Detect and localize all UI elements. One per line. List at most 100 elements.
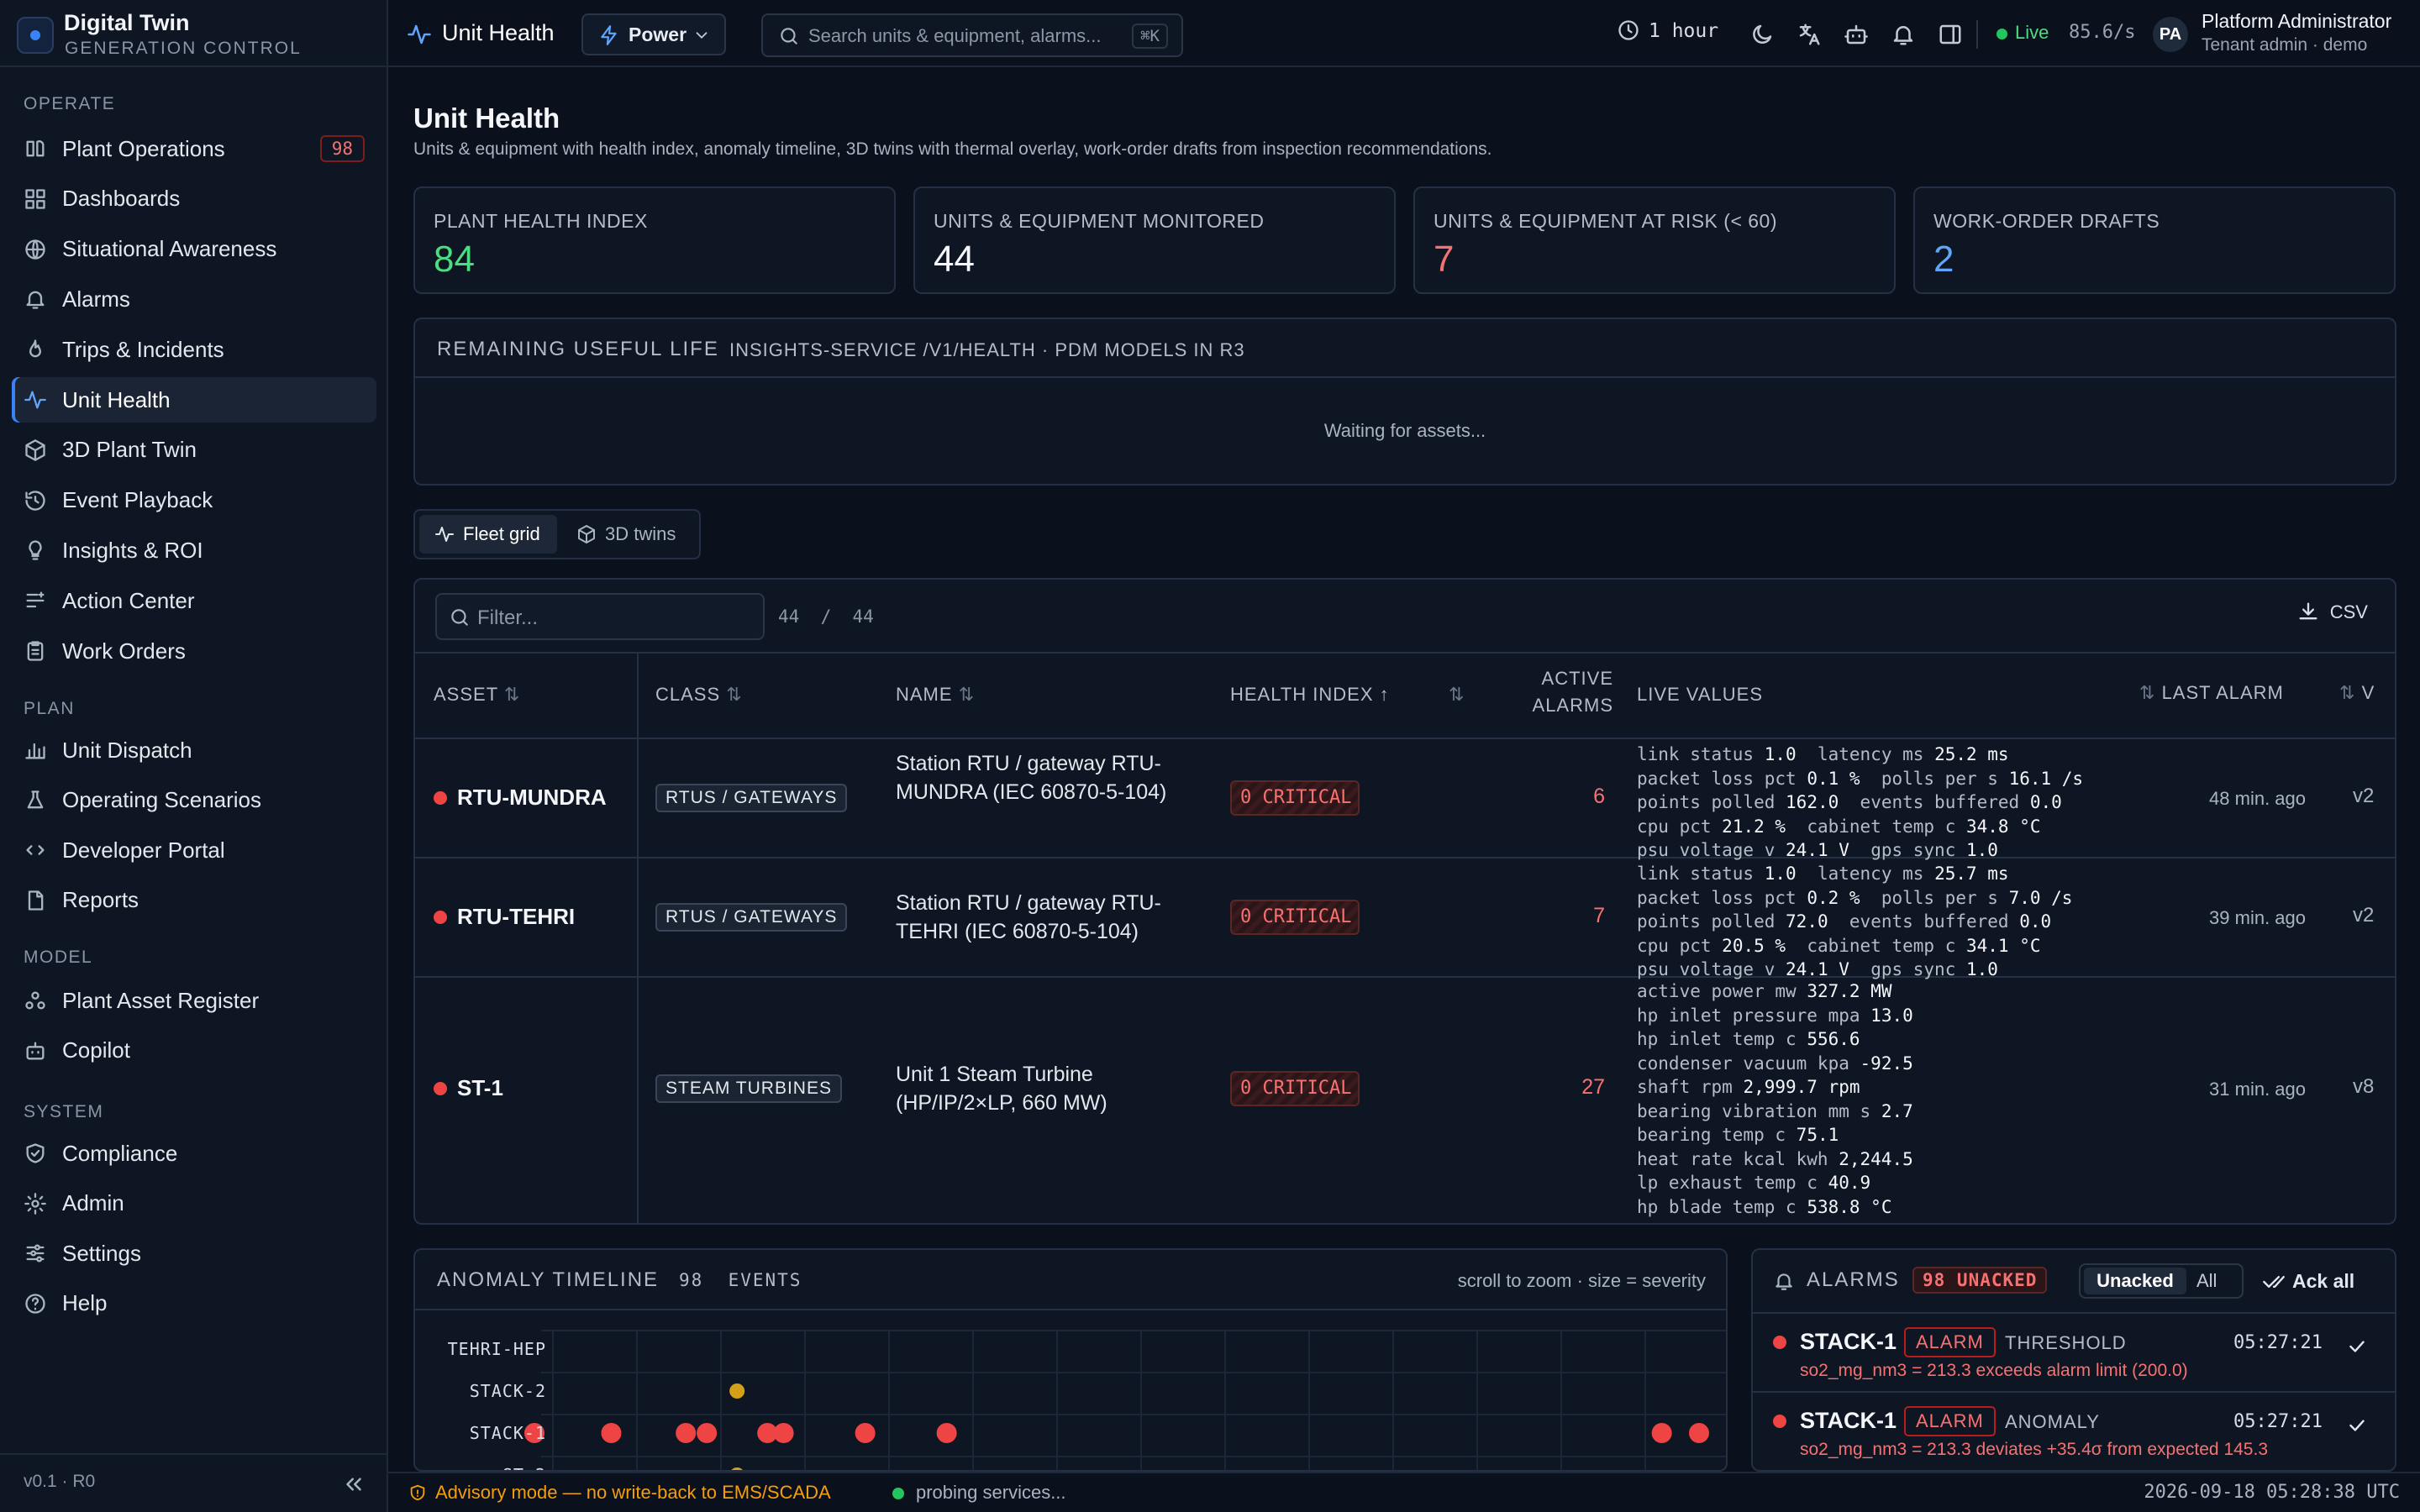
acknowledge-check-icon[interactable] <box>2346 1415 2368 1436</box>
theme-moon-icon[interactable] <box>1749 22 1775 47</box>
sidebar-item-situational-awareness[interactable]: Situational Awareness <box>12 227 376 272</box>
sidebar-item-help[interactable]: Help <box>12 1281 376 1326</box>
alarm-item[interactable]: STACK-1 ALARM THRESHOLD 05:27:21 so2_mg_nm3 … <box>1753 1312 2395 1391</box>
anomaly-event-dot[interactable] <box>773 1423 794 1443</box>
sidebar-item-plant-operations[interactable]: Plant Operations 98 <box>12 126 376 171</box>
sidebar-item-copilot[interactable]: Copilot <box>12 1028 376 1074</box>
anomaly-event-dot[interactable] <box>697 1423 718 1443</box>
user-role: Tenant admin · demo <box>2202 35 2368 55</box>
kpi-label: WORK-ORDER DRAFTS <box>1933 210 2160 232</box>
anomaly-event-dot[interactable] <box>676 1423 697 1443</box>
collapse-sidebar-icon[interactable] <box>341 1472 366 1497</box>
filter-input[interactable] <box>477 606 746 630</box>
csv-export-button[interactable]: CSV <box>2296 601 2368 623</box>
user-name[interactable]: Platform Administrator <box>2202 10 2391 33</box>
health-index-badge: 0 CRITICAL <box>1230 900 1360 935</box>
metric-value: 0.0 <box>2019 911 2052 932</box>
alarm-item[interactable]: STACK-1 ALARM ANOMALY 05:27:21 so2_mg_nm3 = … <box>1753 1391 2395 1470</box>
bell-icon[interactable] <box>1891 22 1916 47</box>
anomaly-event-dot[interactable] <box>936 1423 957 1443</box>
sidebar-item-event-playback[interactable]: Event Playback <box>12 478 376 523</box>
col-active-alarms[interactable]: ACTIVE ALARMS <box>1491 665 1613 719</box>
col-version[interactable]: ⇅ V <box>2339 682 2375 704</box>
tab-3d-twins[interactable]: 3D twins <box>561 515 696 554</box>
alarm-asset[interactable]: STACK-1 <box>1800 1329 1897 1355</box>
sidebar-item-work-orders[interactable]: Work Orders <box>12 628 376 674</box>
live-values: link status 1.0 latency ms 25.7 ms packet… <box>1637 862 2225 982</box>
sidebar-item-plant-asset-register[interactable]: Plant Asset Register <box>12 978 376 1023</box>
metric-name: latency ms <box>1817 864 1924 884</box>
sidebar-item-admin[interactable]: Admin <box>12 1181 376 1226</box>
sidebar-item-label: Unit Dispatch <box>62 737 192 763</box>
col-asset[interactable]: ASSET ⇅ <box>434 684 520 706</box>
alarm-asset[interactable]: STACK-1 <box>1800 1408 1897 1434</box>
anomaly-event-dot[interactable] <box>601 1423 622 1443</box>
anomaly-event-dot[interactable] <box>855 1423 876 1443</box>
sidebar-item-operating-scenarios[interactable]: Operating Scenarios <box>12 778 376 823</box>
alarm-severity-dot <box>1773 1415 1786 1428</box>
sector-dropdown[interactable]: Power <box>581 13 726 55</box>
sidebar-item-dashboards[interactable]: Dashboards <box>12 176 376 222</box>
toggle-unacked[interactable]: Unacked <box>2084 1268 2186 1294</box>
sidebar: Digital Twin GENERATION CONTROL OPERATE P… <box>0 0 388 1512</box>
live-value-line: condenser vacuum kpa -92.5 <box>1637 1052 2225 1076</box>
sidebar-item-trips-and-incidents[interactable]: Trips & Incidents <box>12 327 376 372</box>
sidebar-item-insights-and-roi[interactable]: Insights & ROI <box>12 528 376 573</box>
asset-id[interactable]: ST-1 <box>457 1075 503 1101</box>
global-search[interactable]: ⌘K <box>761 13 1183 57</box>
ack-all-label: Ack all <box>2292 1270 2355 1292</box>
sidebar-item-reports[interactable]: Reports <box>12 878 376 923</box>
tab-fleet-grid[interactable]: Fleet grid <box>419 515 557 554</box>
brand[interactable]: Digital Twin GENERATION CONTROL <box>0 0 388 67</box>
sidebar-item-compliance[interactable]: Compliance <box>12 1131 376 1176</box>
event-playback-icon <box>24 489 47 512</box>
table-row[interactable]: RTU-TEHRI RTUS / GATEWAYS Station RTU / ga… <box>415 858 2395 979</box>
sidebar-item-action-center[interactable]: Action Center <box>12 578 376 623</box>
time-range-selector[interactable]: 1 hour <box>1617 20 1718 42</box>
live-value-line: points polled 72.0 events buffered 0.0 <box>1637 910 2225 934</box>
live-value-line: bearing temp c 75.1 <box>1637 1123 2225 1147</box>
metric-value: 538.8 °C <box>1807 1196 1892 1217</box>
col-class[interactable]: CLASS ⇅ <box>655 684 743 706</box>
alarm-kind: THRESHOLD <box>2005 1332 2127 1353</box>
search-icon <box>449 606 471 628</box>
panel-toggle-icon[interactable] <box>1938 22 1963 47</box>
sidebar-item-settings[interactable]: Settings <box>12 1231 376 1276</box>
table-filter[interactable] <box>435 593 765 640</box>
acknowledge-check-icon[interactable] <box>2346 1336 2368 1357</box>
table-row[interactable]: RTU-MUNDRA RTUS / GATEWAYS Station RTU / g… <box>415 739 2395 860</box>
table-row[interactable]: ST-1 STEAM TURBINES Unit 1 Steam Turbine (… <box>415 978 2395 1223</box>
sidebar-item-unit-health[interactable]: Unit Health <box>12 377 376 423</box>
sidebar-item-unit-dispatch[interactable]: Unit Dispatch <box>12 727 376 773</box>
col-alarms-sort-icon[interactable]: ⇅ <box>1449 684 1465 706</box>
asset-id[interactable]: RTU-TEHRI <box>457 904 575 930</box>
shield-warning-icon <box>408 1483 427 1502</box>
rul-waiting: Waiting for assets... <box>1323 420 1486 441</box>
metric-name: points polled <box>1637 911 1776 932</box>
metric-value: 34.1 °C <box>1966 935 2041 956</box>
avatar[interactable]: PA <box>2153 17 2188 52</box>
metric-value: 40.9 <box>1828 1173 1871 1193</box>
sidebar-item-3d-plant-twin[interactable]: 3D Plant Twin <box>12 428 376 473</box>
col-name[interactable]: NAME ⇅ <box>896 684 975 706</box>
situational-awareness-icon <box>24 238 47 261</box>
copilot-bot-icon[interactable] <box>1844 22 1869 47</box>
anomaly-plot[interactable]: TEHRI-HEP STACK-2 STACK-1 ST-2 <box>415 1309 1726 1470</box>
anomaly-event-dot[interactable] <box>1689 1423 1709 1443</box>
sidebar-item-alarms[interactable]: Alarms <box>12 276 376 322</box>
asset-class-badge: STEAM TURBINES <box>655 1074 842 1103</box>
csv-label: CSV <box>2329 601 2368 622</box>
toggle-all[interactable]: All <box>2196 1268 2217 1294</box>
search-input[interactable] <box>808 25 1111 47</box>
col-health[interactable]: HEALTH INDEX ↑ <box>1230 684 1390 706</box>
anomaly-event-dot[interactable] <box>729 1383 745 1399</box>
asset-id[interactable]: RTU-MUNDRA <box>457 785 607 811</box>
sidebar-item-developer-portal[interactable]: Developer Portal <box>12 827 376 873</box>
anomaly-event-dot[interactable] <box>1651 1423 1672 1443</box>
status-dot <box>434 1082 447 1095</box>
col-last-alarm[interactable]: ⇅ LAST ALARM <box>2139 682 2284 704</box>
language-icon[interactable] <box>1797 22 1822 47</box>
metric-value: 2,999.7 rpm <box>1743 1077 1860 1097</box>
ack-all-button[interactable]: Ack all <box>2262 1270 2354 1293</box>
topbar-divider <box>1976 20 1978 49</box>
